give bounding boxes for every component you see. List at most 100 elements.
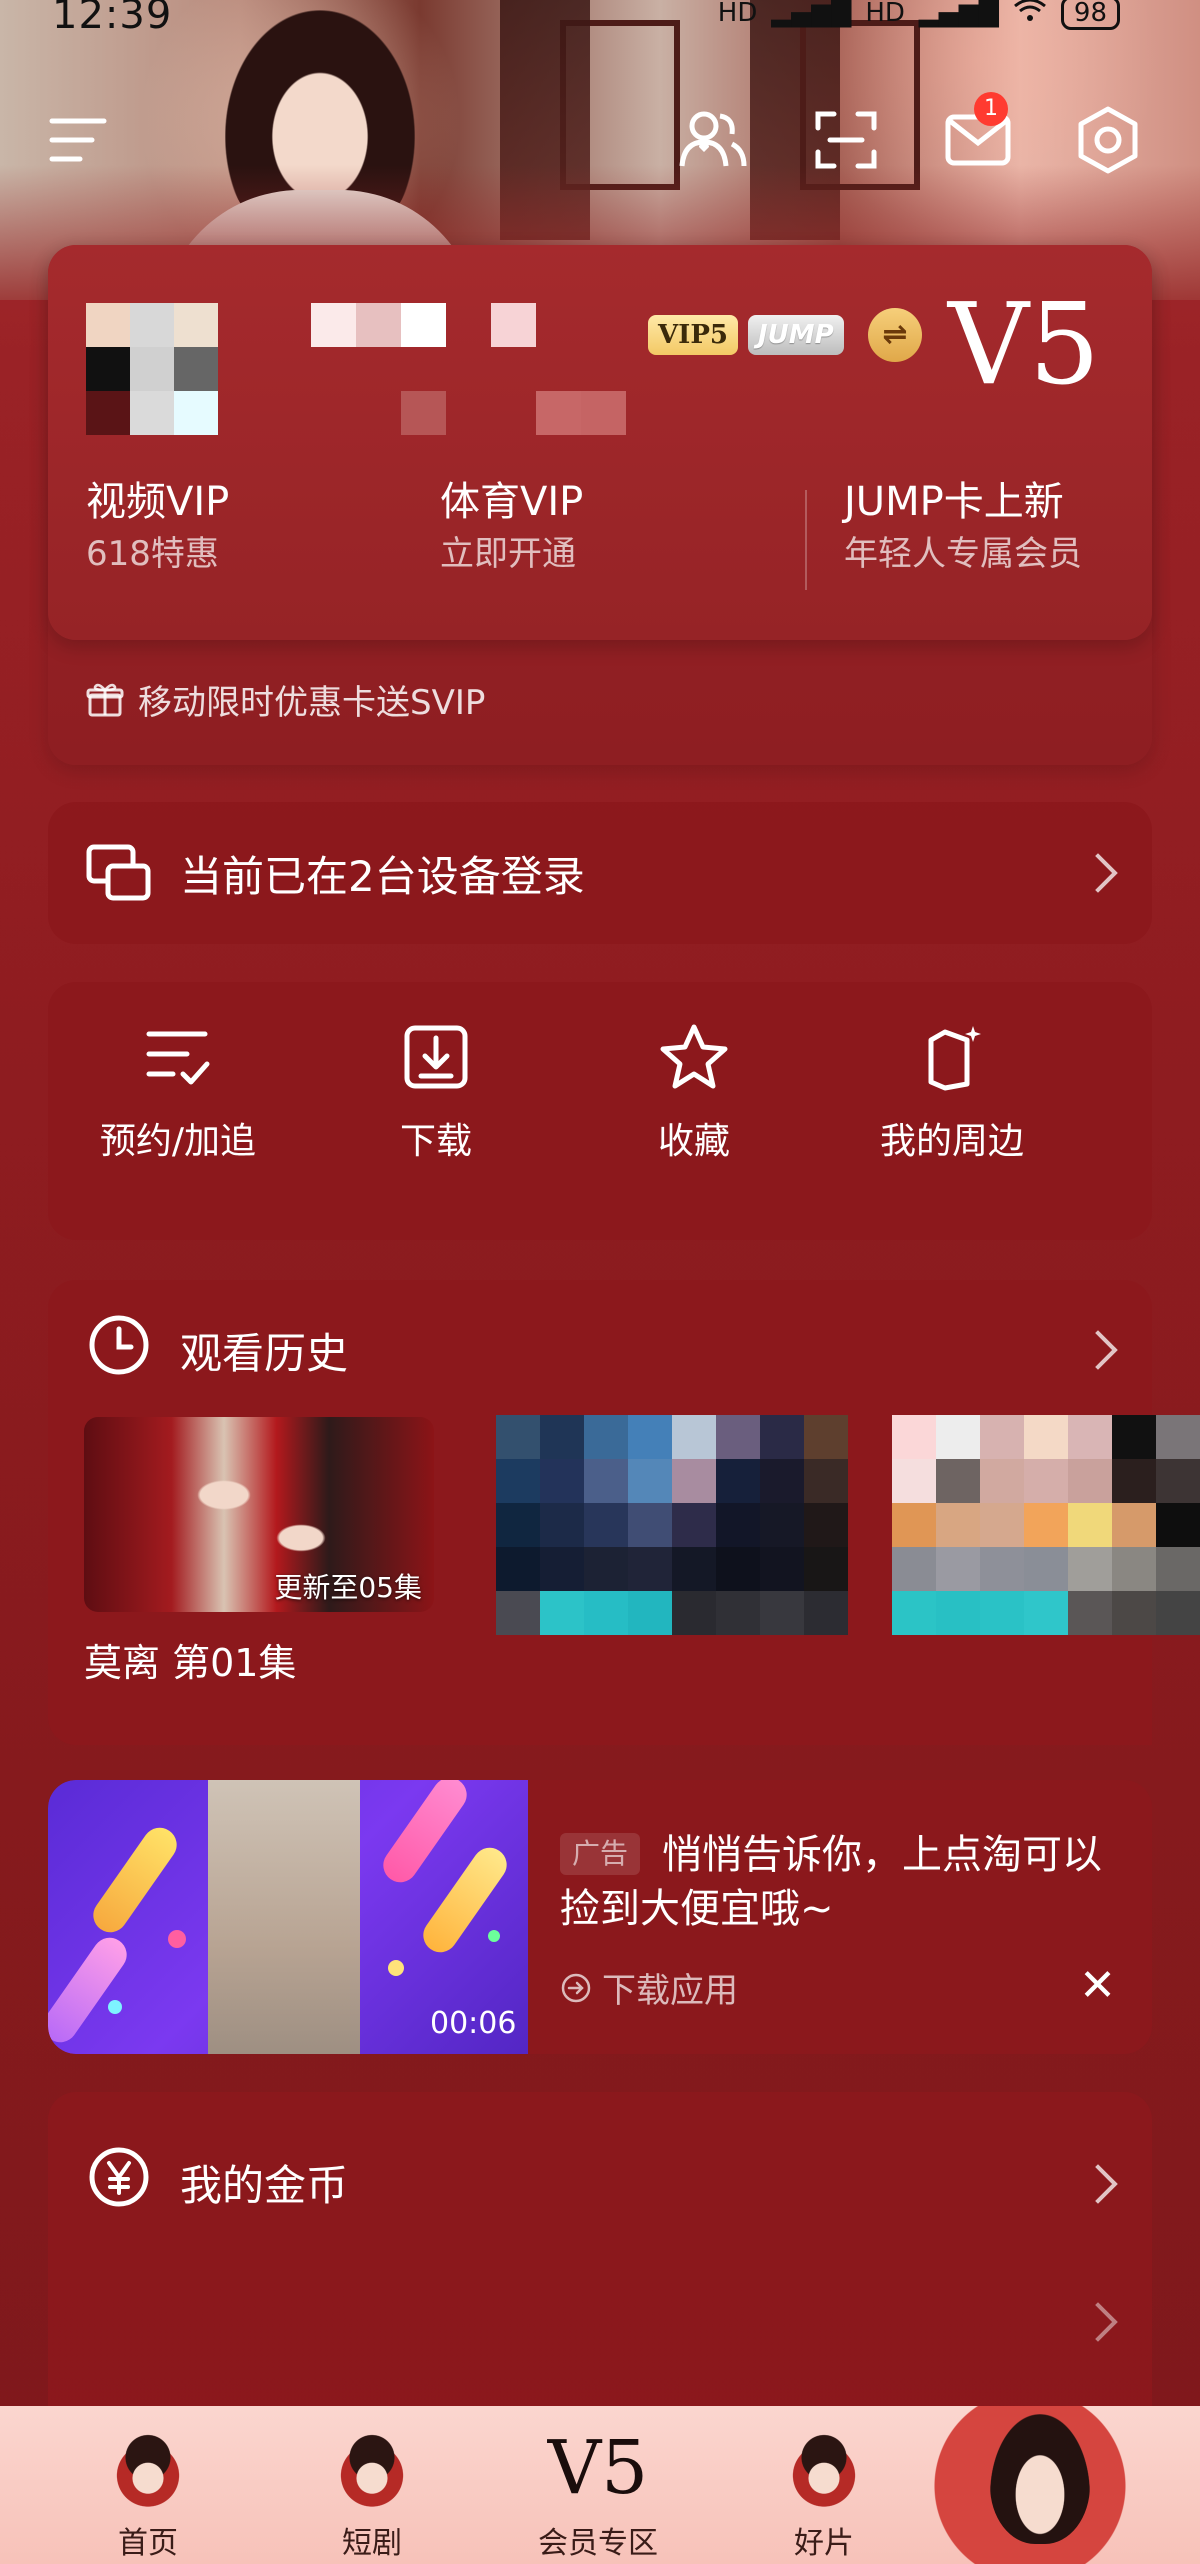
merch-icon <box>928 1026 981 1091</box>
ad-download-link[interactable]: 下载应用 <box>560 1963 738 2012</box>
ad-video-thumbnail[interactable]: 00:06 <box>48 1780 528 2054</box>
ad-deco-dot <box>168 1930 186 1948</box>
history-item-masked-3[interactable] <box>892 1415 1200 1655</box>
history-more-chevron-icon[interactable] <box>1078 1330 1118 1370</box>
good-films-icon <box>779 2426 869 2516</box>
quick-reserve-label: 预约/加追 <box>99 1121 257 1162</box>
promo-banner[interactable]: 移动限时优惠卡送SVIP <box>86 675 485 724</box>
close-icon[interactable]: ✕ <box>1079 1960 1116 2011</box>
vip-level-tag: VIP5 <box>648 315 738 355</box>
sports-vip-sub: 立即开通 <box>440 534 576 574</box>
video-vip-entry[interactable]: 视频VIP 618特惠 <box>86 475 229 579</box>
signal-icon: ▂▄▆█ <box>771 0 852 28</box>
yen-coin-icon <box>84 2142 154 2212</box>
nav-vip-zone[interactable]: V5 会员专区 <box>508 2406 688 2564</box>
signal-label-1: HD <box>717 0 758 28</box>
home-icon <box>103 2426 193 2516</box>
ad-download-label: 下载应用 <box>602 1971 738 2011</box>
video-vip-title: 视频VIP <box>86 479 230 525</box>
wifi-icon <box>1013 0 1047 30</box>
quick-favorites-label: 收藏 <box>657 1121 730 1162</box>
vip-divider <box>805 490 807 590</box>
quick-reserve[interactable]: 预约/加追 <box>48 982 308 1240</box>
nav-short-drama-label: 短剧 <box>342 2526 402 2561</box>
jump-card-entry[interactable]: JUMP卡上新 年轻人专属会员 <box>844 475 1082 579</box>
history-item-title[interactable]: 莫离 第01集 <box>84 1632 296 1687</box>
friends-icon[interactable] <box>673 100 753 180</box>
signal-icon-2: ▂▄▆█ <box>918 0 999 28</box>
ad-deco-streak <box>86 1821 184 1939</box>
nav-short-drama[interactable]: 短剧 <box>282 2406 462 2564</box>
nav-vip-zone-label: 会员专区 <box>538 2526 658 2561</box>
ad-video-center-frame <box>208 1780 360 2054</box>
mail-badge: 1 <box>974 92 1008 126</box>
nav-my-tab[interactable] <box>960 2394 1120 2564</box>
ad-deco-dot-4 <box>488 1930 500 1942</box>
membership-inner[interactable]: VIP5 JUMP ⇌ V5 视频VIP 618特惠 体育VIP 立即开通 JU… <box>48 245 1152 640</box>
signal-label-2: HD <box>865 0 905 28</box>
jump-card-title: JUMP卡上新 <box>844 479 1064 525</box>
coins-sub-chevron-icon[interactable] <box>1078 2302 1118 2342</box>
ad-deco-streak-2 <box>48 1931 134 2049</box>
history-title: 观看历史 <box>180 1329 349 1378</box>
star-icon <box>660 1024 728 1089</box>
quick-merch-label: 我的周边 <box>879 1121 1024 1162</box>
nav-home[interactable]: 首页 <box>58 2406 238 2564</box>
bottom-navigation: 首页 短剧 V5 会员专区 好片 <box>0 2406 1200 2564</box>
menu-icon[interactable] <box>38 100 118 180</box>
jump-tag: JUMP <box>748 315 844 355</box>
battery-indicator: 98 <box>1060 0 1120 30</box>
download-icon <box>404 1025 468 1089</box>
quick-download[interactable]: 下载 <box>306 982 566 1240</box>
ad-card[interactable]: 00:06 广告 悄悄告诉你，上点淘可以捡到大便宜哦~ 下载应用 ✕ <box>48 1780 1152 2054</box>
ad-deco-streak-4 <box>416 1841 514 1959</box>
sports-vip-title: 体育VIP <box>440 479 584 525</box>
status-time: 12:39 <box>52 0 173 38</box>
chevron-right-icon <box>1078 853 1118 893</box>
ad-headline[interactable]: 悄悄告诉你，上点淘可以捡到大便宜哦~ <box>560 1828 1120 1936</box>
quick-favorites[interactable]: 收藏 <box>564 982 824 1240</box>
swap-icon[interactable]: ⇌ <box>868 308 922 362</box>
devices-label: 当前已在2台设备登录 <box>180 851 585 901</box>
status-bar: 12:39 HD ▂▄▆█ HD ▂▄▆█ 98 <box>0 0 1200 40</box>
top-toolbar: 1 <box>0 92 1200 180</box>
quick-merch[interactable]: 我的周边 <box>822 982 1082 1240</box>
nav-good-films-label: 好片 <box>794 2526 854 2561</box>
ad-deco-dot-2 <box>108 2000 122 2014</box>
nav-good-films[interactable]: 好片 <box>734 2406 914 2564</box>
gift-icon <box>86 683 124 716</box>
username-masked <box>266 303 626 435</box>
devices-icon <box>84 838 154 908</box>
ad-deco-dot-3 <box>388 1960 404 1976</box>
quick-actions: 预约/加追 下载 收藏 我的周边 <box>48 982 1152 1240</box>
history-thumbnail[interactable]: 更新至05集 <box>84 1417 434 1612</box>
clock-icon <box>84 1310 154 1380</box>
membership-card: VIP5 JUMP ⇌ V5 视频VIP 618特惠 体育VIP 立即开通 JU… <box>48 245 1152 765</box>
quick-download-label: 下载 <box>399 1121 472 1162</box>
sports-vip-entry[interactable]: 体育VIP 立即开通 <box>440 475 583 579</box>
reserve-list-icon <box>146 1031 210 1085</box>
ad-deco-streak-3 <box>376 1780 474 1889</box>
short-drama-icon <box>327 2426 417 2516</box>
member-level: V5 <box>948 280 1101 410</box>
video-vip-sub: 618特惠 <box>86 534 219 574</box>
history-item-masked-2[interactable] <box>496 1415 848 1655</box>
watch-history: 观看历史 更新至05集 莫离 第01集 <box>48 1280 1200 1745</box>
mail-icon[interactable]: 1 <box>938 92 1018 180</box>
status-icons: HD ▂▄▆█ HD ▂▄▆█ 98 <box>718 0 1120 30</box>
coins-title[interactable]: 我的金币 <box>180 2152 348 2213</box>
vip-columns: 视频VIP 618特惠 体育VIP 立即开通 JUMP卡上新 年轻人专属会员 <box>48 475 1152 615</box>
promo-text: 移动限时优惠卡送SVIP <box>138 683 486 723</box>
jump-card-sub: 年轻人专属会员 <box>844 534 1082 574</box>
vip-zone-logo: V5 <box>547 2425 649 2511</box>
scan-icon[interactable] <box>806 100 886 180</box>
avatar[interactable] <box>86 303 218 435</box>
ad-duration: 00:06 <box>430 2006 517 2041</box>
my-profile-avatar-icon <box>990 2414 1090 2544</box>
nav-home-label: 首页 <box>118 2526 178 2561</box>
settings-icon[interactable] <box>1068 100 1148 180</box>
history-episode-caption: 更新至05集 <box>274 1571 422 1604</box>
coins-chevron-icon[interactable] <box>1078 2164 1118 2204</box>
arrow-circle-icon <box>561 1973 591 2002</box>
devices-row[interactable]: 当前已在2台设备登录 <box>48 802 1152 944</box>
